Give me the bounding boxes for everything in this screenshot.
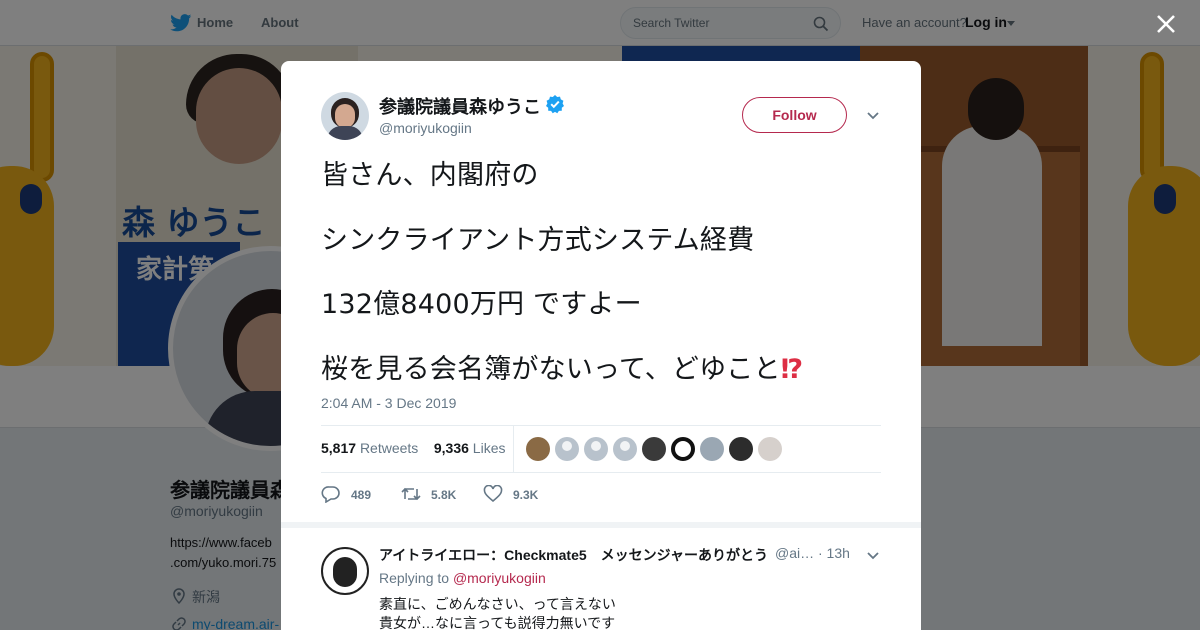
tweet-timestamp[interactable]: 2:04 AM - 3 Dec 2019: [321, 395, 456, 411]
reply-text-line: 貴女が…なに言っても説得力無いです: [379, 615, 616, 630]
liker-avatar[interactable]: [613, 437, 637, 461]
reply-author-handle-time[interactable]: @ai… · 13h: [775, 545, 850, 561]
tweet-text-line: 132億8400万円 ですよー: [321, 289, 642, 320]
chevron-down-icon[interactable]: [866, 551, 880, 561]
liker-avatar[interactable]: [584, 437, 608, 461]
tweet-modal: 参議院議員森ゆうこ @moriyukogiin Follow 皆さん、内閣府の …: [281, 61, 921, 630]
divider: [321, 425, 881, 426]
stats-divider: [513, 426, 514, 472]
liker-avatar[interactable]: [642, 437, 666, 461]
tweet-text-line: 桜を見る会名簿がないって、どゆこと: [321, 354, 781, 385]
reply-separator: [281, 522, 921, 528]
liker-avatar[interactable]: [700, 437, 724, 461]
tweet-stats: 5,817 Retweets 9,336 Likes: [321, 440, 505, 456]
tweet-text-line-with-emoji: 桜を見る会名簿がないって、どゆこと⁉: [321, 347, 803, 386]
retweet-count: 5.8K: [431, 488, 457, 502]
replying-handle-link[interactable]: @moriyukogiin: [453, 570, 546, 586]
retweets-count[interactable]: 5,817: [321, 440, 356, 456]
retweet-button[interactable]: 5.8K: [401, 485, 481, 505]
liker-avatar[interactable]: [671, 437, 695, 461]
tweet-text-line: シンクライアント方式システム経費: [321, 225, 755, 256]
exclamation-question-emoji-icon: ⁉: [780, 354, 804, 385]
chevron-down-icon[interactable]: [866, 111, 880, 121]
replying-to: Replying to @moriyukogiin: [379, 570, 546, 586]
reply-button[interactable]: 489: [321, 485, 401, 505]
reply-text-line: 素直に、ごめんなさい、って言えない: [379, 596, 616, 612]
author-name[interactable]: 参議院議員森ゆうこ: [379, 93, 541, 119]
like-count: 9.3K: [513, 488, 539, 502]
follow-button[interactable]: Follow: [742, 97, 847, 133]
like-button[interactable]: 9.3K: [483, 485, 563, 505]
liker-avatar[interactable]: [555, 437, 579, 461]
author-avatar[interactable]: [321, 92, 369, 140]
divider: [321, 472, 881, 473]
verified-badge-icon: [546, 95, 564, 114]
liker-avatar[interactable]: [526, 437, 550, 461]
liker-avatar[interactable]: [758, 437, 782, 461]
liker-avatar[interactable]: [729, 437, 753, 461]
reply-count: 489: [351, 488, 372, 502]
reply-icon: [321, 486, 340, 503]
close-icon[interactable]: [1154, 12, 1178, 36]
retweets-label[interactable]: Retweets: [360, 440, 418, 456]
author-handle[interactable]: @moriyukogiin: [379, 120, 472, 136]
likes-count[interactable]: 9,336: [434, 440, 469, 456]
like-icon: [483, 485, 503, 503]
reply-author-name[interactable]: アイトライエロー：Checkmate5 メッセンジャーありがとう: [379, 545, 768, 565]
likes-label[interactable]: Likes: [473, 440, 506, 456]
retweet-icon: [401, 487, 421, 501]
replying-prefix: Replying to: [379, 570, 450, 586]
tweet-text-line: 皆さん、内閣府の: [321, 160, 539, 191]
reply-author-avatar[interactable]: [321, 547, 369, 595]
